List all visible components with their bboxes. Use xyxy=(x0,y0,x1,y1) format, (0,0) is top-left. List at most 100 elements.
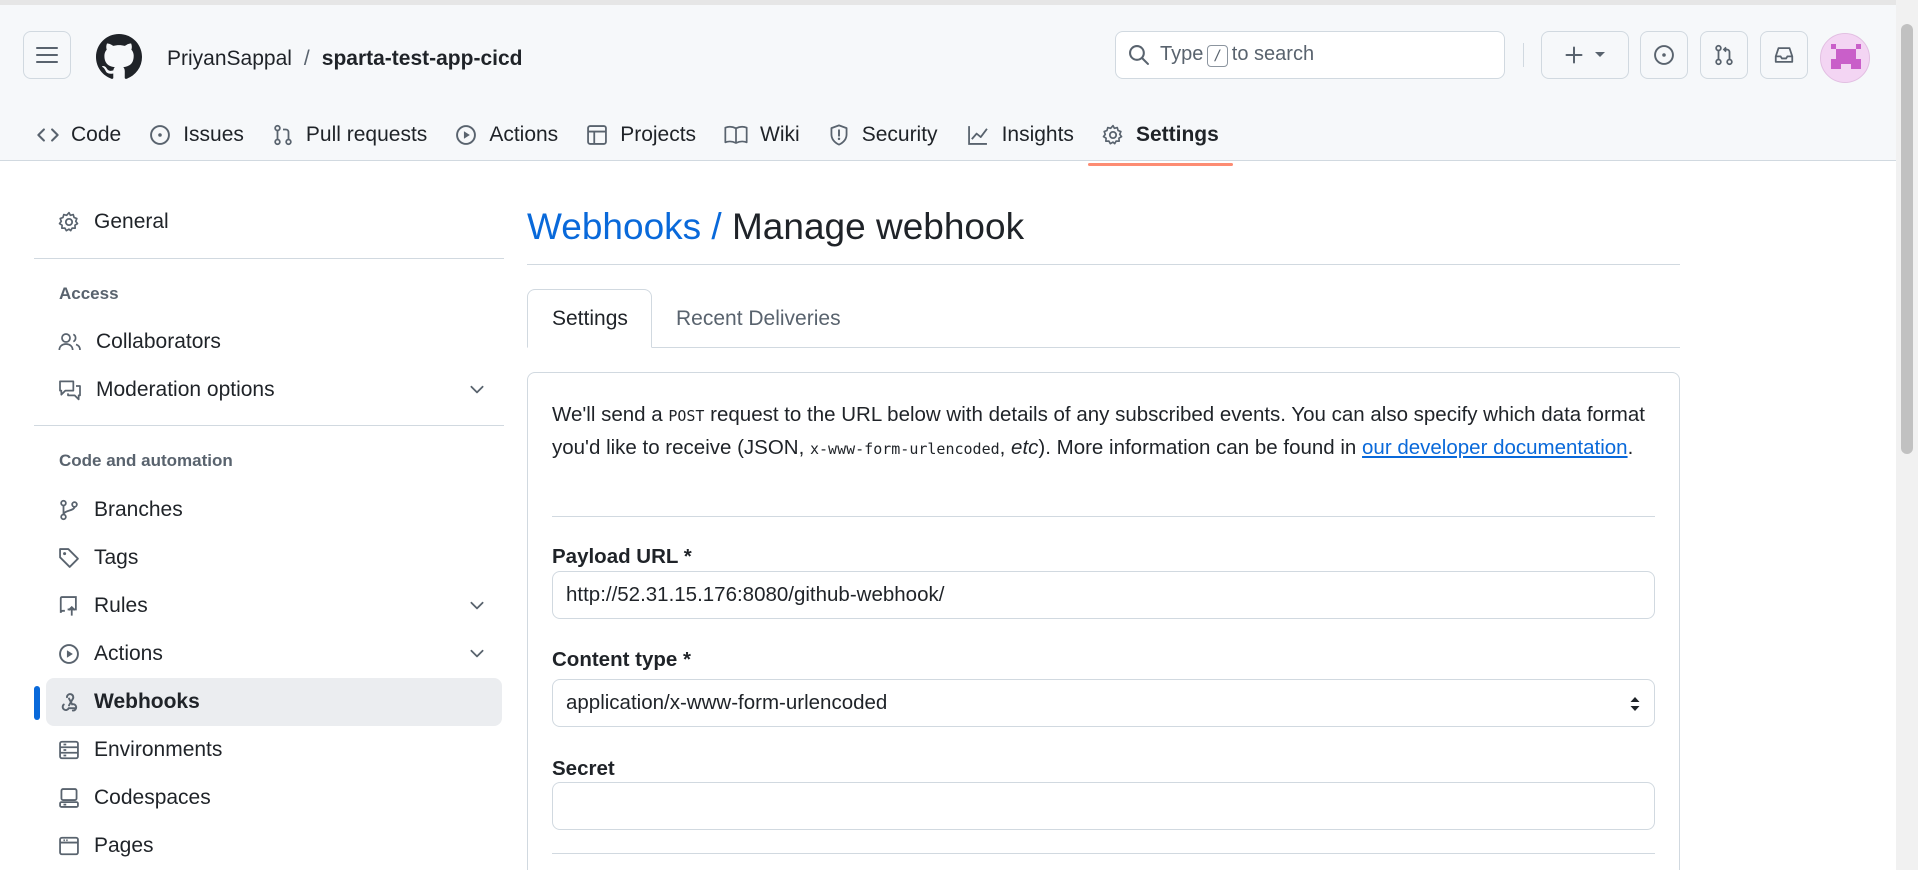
sidebar-item-branches[interactable]: Branches xyxy=(46,486,502,534)
intro-text-5: . xyxy=(1627,436,1634,459)
page-title-text: Manage webhook xyxy=(731,206,1025,247)
repo-tabs: Code Issues Pull requests Actions Projec… xyxy=(23,105,1233,166)
tab-wiki[interactable]: Wiki xyxy=(710,105,814,165)
intro-etc: etc xyxy=(1011,436,1039,459)
tab-insights[interactable]: Insights xyxy=(952,105,1088,165)
sidebar-item-tags-label: Tags xyxy=(94,546,139,569)
play-icon xyxy=(58,643,80,665)
issue-icon xyxy=(1653,44,1675,66)
scrollbar-thumb[interactable] xyxy=(1901,24,1913,454)
inbox-button[interactable] xyxy=(1760,31,1808,79)
sidebar-heading-code-automation: Code and automation xyxy=(59,451,233,470)
payload-url-label: Payload URL * xyxy=(552,545,692,568)
page-title: Webhooks / Manage webhook xyxy=(527,206,1024,248)
sidebar-divider xyxy=(34,258,504,259)
repo-breadcrumb: PriyanSappal / sparta-test-app-cicd xyxy=(167,47,522,71)
book-icon xyxy=(724,124,748,146)
webhook-tabs: Settings Recent Deliveries xyxy=(527,289,1680,348)
sidebar-item-branches-label: Branches xyxy=(94,498,183,521)
search-shortcut-key: / xyxy=(1207,45,1228,67)
search-placeholder-prefix: Type xyxy=(1160,43,1204,65)
header-divider xyxy=(1523,43,1524,67)
sidebar-item-moderation[interactable]: Moderation options xyxy=(46,366,502,414)
chevron-down-icon xyxy=(468,596,486,614)
intro-text-3: , xyxy=(999,436,1012,459)
pull-requests-button[interactable] xyxy=(1700,31,1748,79)
plus-icon xyxy=(1564,45,1584,65)
tab-wiki-label: Wiki xyxy=(760,123,800,146)
sidebar-item-rules-label: Rules xyxy=(94,594,148,617)
play-icon xyxy=(455,124,477,146)
tab-issues-label: Issues xyxy=(183,123,244,146)
sidebar-item-environments-label: Environments xyxy=(94,738,223,761)
webhook-settings-panel: We'll send a POST request to the URL bel… xyxy=(527,372,1680,870)
issues-button[interactable] xyxy=(1640,31,1688,79)
panel-divider xyxy=(552,516,1655,517)
tab-code-label: Code xyxy=(71,123,122,146)
browser-icon xyxy=(58,835,80,857)
shield-icon xyxy=(828,124,850,146)
sidebar-item-collaborators[interactable]: Collaborators xyxy=(46,318,502,366)
hamburger-icon xyxy=(36,46,58,64)
content-type-label: Content type * xyxy=(552,648,691,671)
tab-pull-requests[interactable]: Pull requests xyxy=(258,105,441,165)
tab-actions[interactable]: Actions xyxy=(441,105,572,165)
search-input[interactable]: Type / to search xyxy=(1115,31,1505,79)
repo-name-link[interactable]: sparta-test-app-cicd xyxy=(322,47,523,71)
secret-label: Secret xyxy=(552,757,615,780)
chevron-down-icon xyxy=(468,644,486,662)
intro-text-1: We'll send a xyxy=(552,403,669,426)
payload-url-input[interactable]: http://52.31.15.176:8080/github-webhook/ xyxy=(552,571,1655,619)
sidebar-item-pages[interactable]: Pages xyxy=(46,822,502,870)
user-avatar[interactable] xyxy=(1820,33,1870,83)
tab-issues[interactable]: Issues xyxy=(135,105,258,165)
pull-request-icon xyxy=(272,124,294,146)
tab-recent-deliveries[interactable]: Recent Deliveries xyxy=(652,289,865,348)
tab-settings[interactable]: Settings xyxy=(1087,105,1233,166)
create-new-button[interactable] xyxy=(1541,31,1629,79)
tab-projects[interactable]: Projects xyxy=(572,105,710,165)
secret-input[interactable] xyxy=(552,782,1655,830)
panel-divider xyxy=(552,853,1655,854)
sidebar-item-general[interactable]: General xyxy=(46,198,502,246)
tab-security-label: Security xyxy=(861,123,938,146)
sidebar-heading-access: Access xyxy=(59,284,119,303)
chevron-down-icon xyxy=(468,380,486,398)
sidebar-item-moderation-label: Moderation options xyxy=(96,378,275,401)
tab-projects-label: Projects xyxy=(620,123,697,146)
repo-owner-link[interactable]: PriyanSappal xyxy=(167,47,292,71)
tab-code[interactable]: Code xyxy=(23,105,135,165)
code-icon xyxy=(37,124,59,146)
inbox-icon xyxy=(1773,44,1795,66)
menu-button[interactable] xyxy=(23,31,71,79)
sidebar-item-tags[interactable]: Tags xyxy=(46,534,502,582)
sidebar-item-actions-label: Actions xyxy=(94,642,163,665)
intro-format-code: x-www-form-urlencoded xyxy=(809,440,1000,458)
server-icon xyxy=(58,739,80,761)
sidebar-item-actions[interactable]: Actions xyxy=(46,630,502,678)
search-icon xyxy=(1128,44,1150,66)
breadcrumb-separator: / xyxy=(303,47,310,70)
tab-settings-label: Settings xyxy=(1135,123,1219,146)
content-type-select[interactable]: application/x-www-form-urlencoded xyxy=(552,679,1655,727)
page-scrollbar[interactable] xyxy=(1896,0,1918,870)
sidebar-item-environments[interactable]: Environments xyxy=(46,726,502,774)
webhooks-breadcrumb-link[interactable]: Webhooks / xyxy=(527,206,722,247)
gear-icon xyxy=(1102,124,1124,146)
github-logo-icon[interactable] xyxy=(96,34,142,80)
repo-push-icon xyxy=(58,595,80,617)
sidebar-item-rules[interactable]: Rules xyxy=(46,582,502,630)
title-divider xyxy=(527,264,1680,265)
webhook-intro-text: We'll send a POST request to the URL bel… xyxy=(552,399,1652,465)
codespaces-icon xyxy=(58,787,80,809)
pull-request-icon xyxy=(1713,44,1735,66)
developer-docs-link[interactable]: our developer documentation xyxy=(1362,436,1628,459)
sidebar-divider xyxy=(34,425,504,426)
tab-webhook-settings[interactable]: Settings xyxy=(527,289,652,348)
tab-webhook-settings-label: Settings xyxy=(552,306,628,330)
sidebar-item-webhooks[interactable]: Webhooks xyxy=(46,678,502,726)
tab-security[interactable]: Security xyxy=(814,105,952,165)
gear-icon xyxy=(58,211,80,233)
graph-icon xyxy=(966,124,990,146)
sidebar-item-codespaces[interactable]: Codespaces xyxy=(46,774,502,822)
